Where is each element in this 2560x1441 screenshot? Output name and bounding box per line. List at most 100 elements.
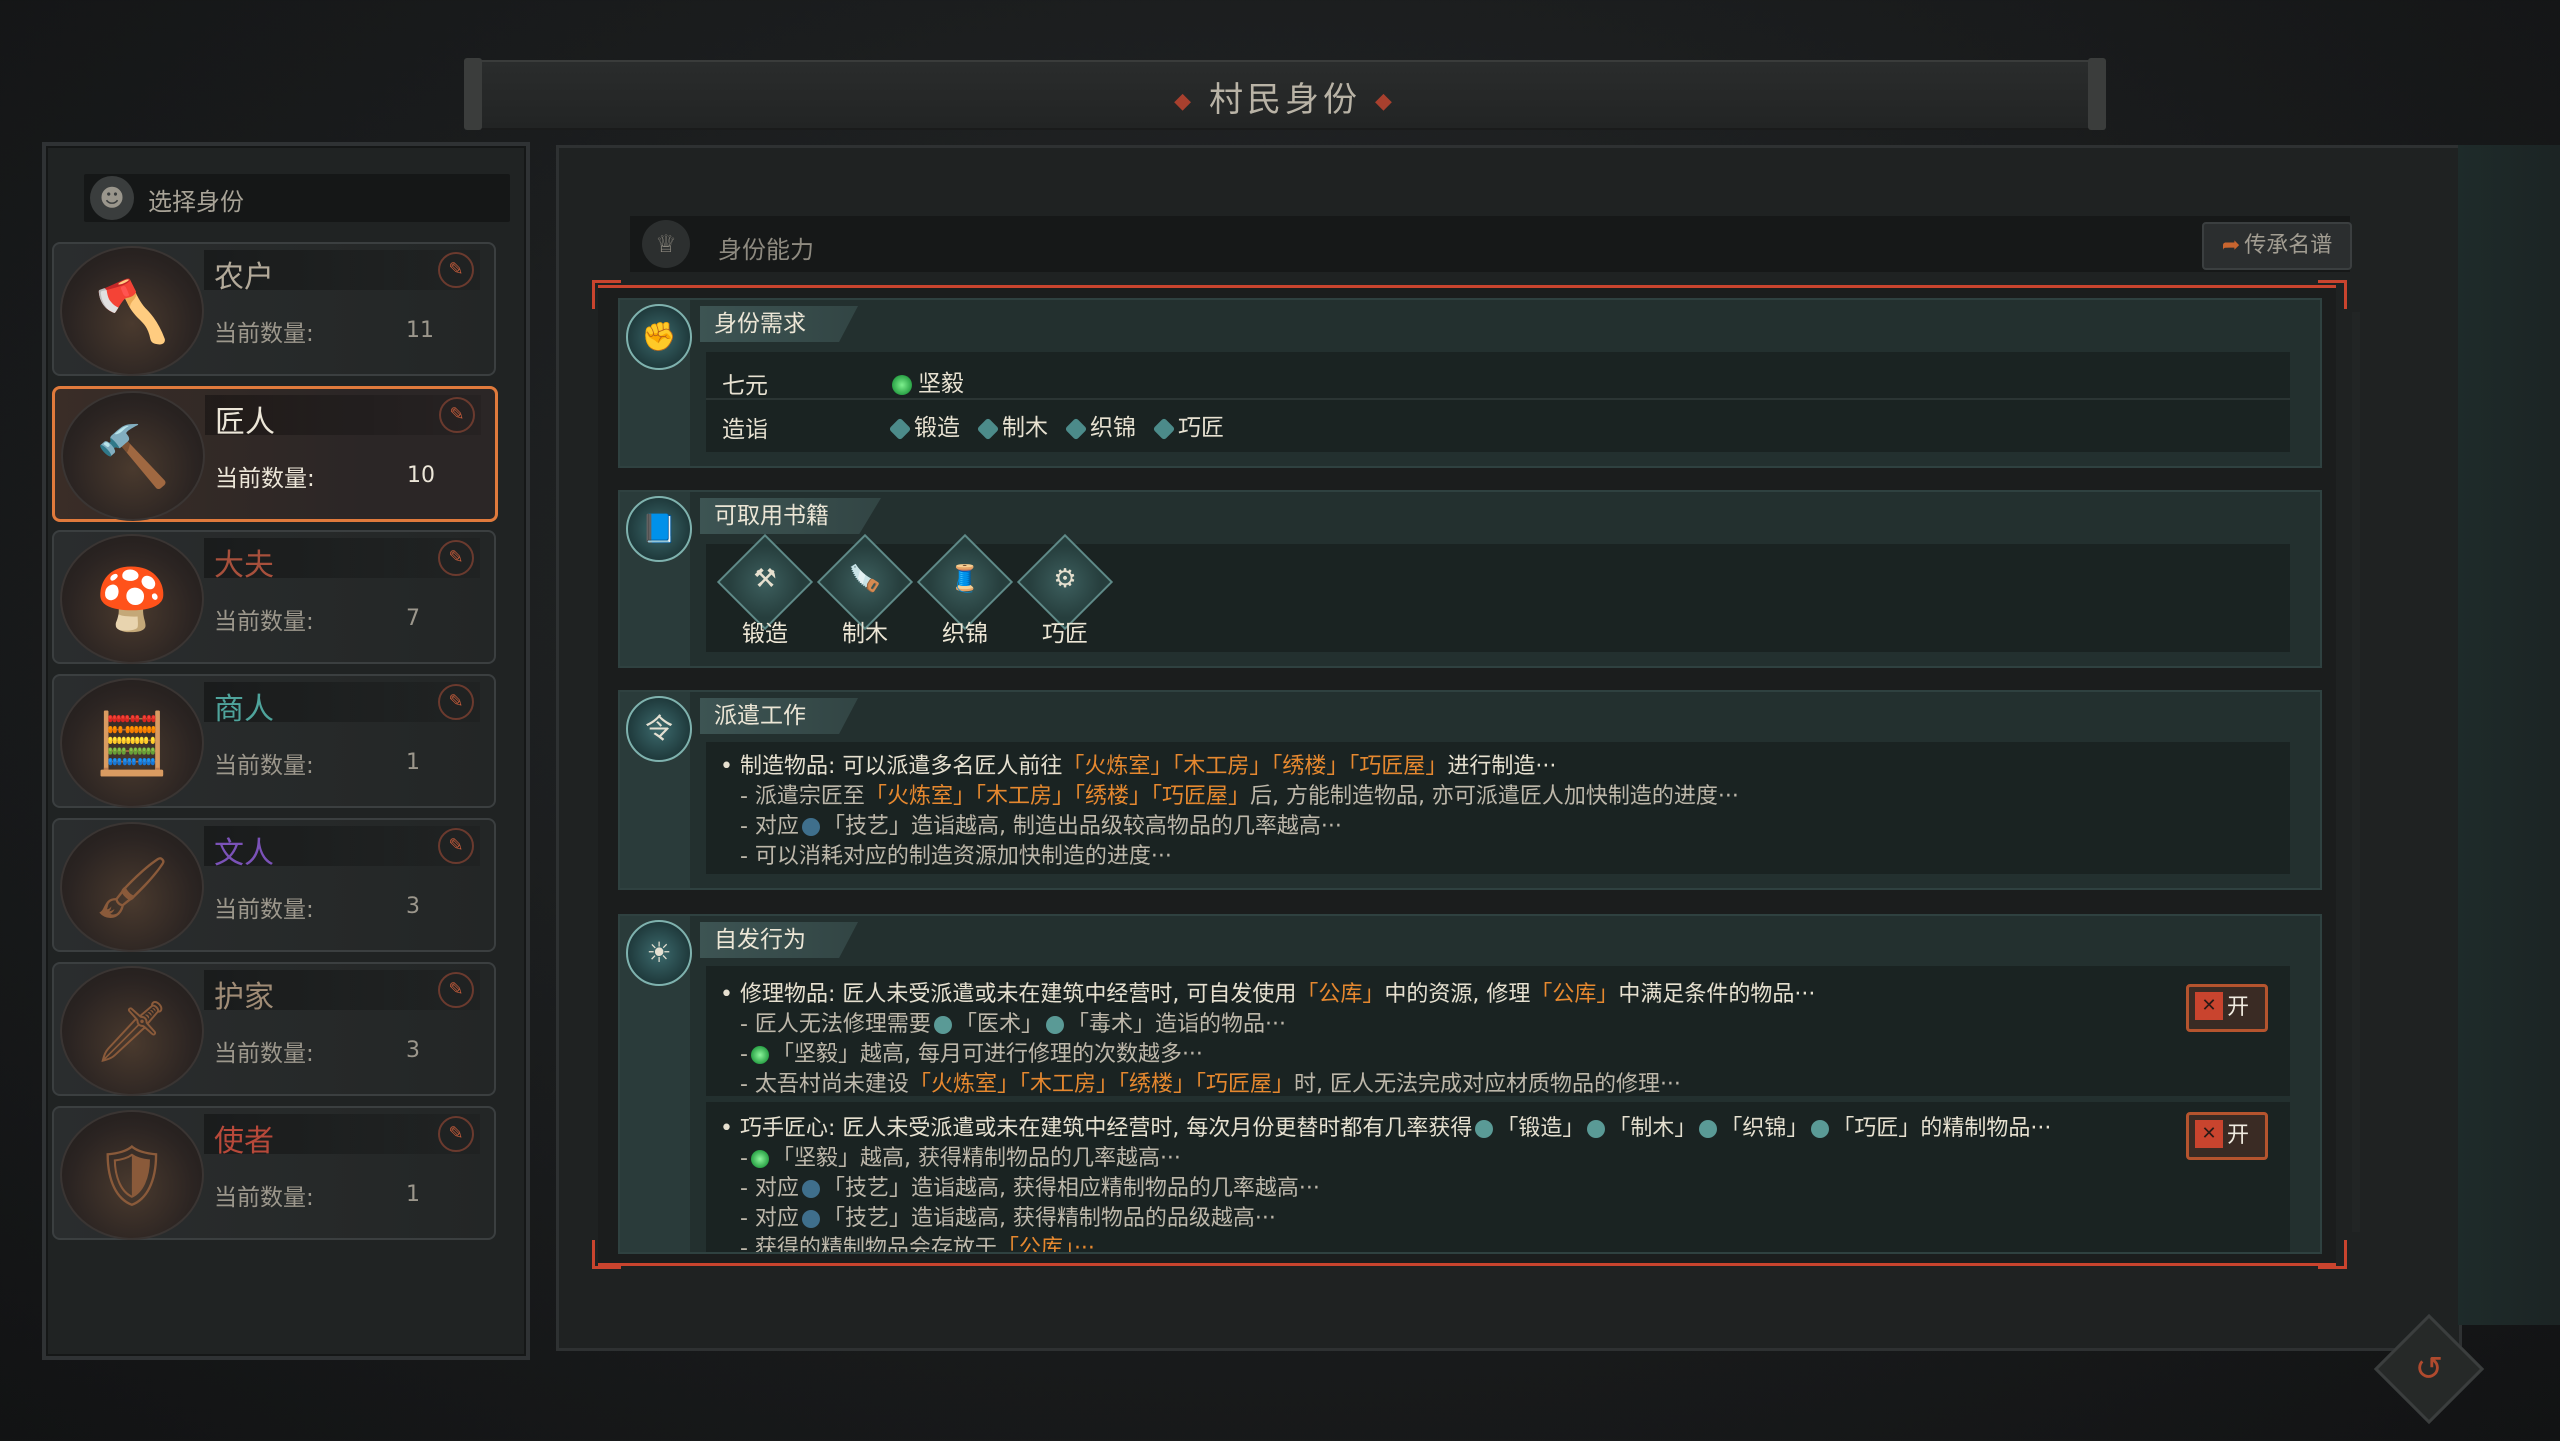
count-label: 当前数量:	[214, 753, 314, 779]
legacy-records-button[interactable]: ➦ 传承名谱	[2202, 222, 2352, 270]
text-part: 进行制造···	[1447, 754, 1557, 779]
toggle-label: 开	[2227, 1123, 2250, 1148]
requirement-values: 坚毅	[892, 364, 964, 398]
identity-name: 农户	[214, 260, 274, 295]
skill-icon	[801, 818, 820, 836]
resolve-gem-icon	[750, 1046, 769, 1064]
craft-sub-line: - 「坚毅」越高, 获得精制物品的几率越高···	[740, 1140, 1181, 1172]
woodwork-skill-icon	[1587, 1120, 1606, 1138]
text-part: - 对应	[740, 1206, 799, 1231]
identity-name-row: 护家 ✎	[204, 970, 480, 1015]
store-highlight: 「公库」	[1530, 982, 1619, 1007]
title-ornament-left: ◆	[1174, 89, 1195, 114]
identity-card[interactable]: 🗡 护家 ✎ 当前数量: 3	[52, 962, 496, 1096]
section-title: 可取用书籍	[700, 498, 881, 534]
text-part: 「技艺」造诣越高, 获得相应精制物品的几率越高···	[822, 1176, 1320, 1201]
ability-header: ♕ 身份能力	[630, 216, 2350, 272]
section-title: 派遣工作	[700, 698, 858, 734]
text-part: • 制造物品: 可以派遣多名匠人前往	[720, 754, 1063, 779]
text-part: 「医术」	[954, 1012, 1043, 1037]
skill-icon	[801, 1180, 820, 1198]
legacy-records-label: 传承名谱	[2244, 233, 2333, 258]
book-slot-label: 制木	[842, 621, 888, 647]
dispatch-sub-line: - 对应 「技艺」造诣越高, 制造出品级较高物品的几率越高···	[740, 808, 1342, 840]
title-ornament-right: ◆	[1375, 89, 1396, 114]
identity-name-row: 文人 ✎	[204, 826, 480, 871]
identity-name: 护家	[214, 980, 274, 1015]
book-icon: 📘	[626, 496, 692, 562]
section-title: 身份需求	[700, 306, 858, 342]
book-slot-weaving[interactable]: 🧵 织锦	[916, 533, 1014, 650]
text-part: - 可以消耗对应的制造资源加快制造的进度···	[740, 844, 1172, 869]
count-value: 11	[406, 318, 434, 343]
frame-corner-bl	[592, 1240, 621, 1269]
saw-icon: 🪚	[848, 564, 882, 594]
repair-sub-line: - 太吾村尚未建设「火炼室」「木工房」「绣楼」「巧匠屋」时, 匠人无法完成对应材…	[740, 1066, 1681, 1098]
brush-icon[interactable]: ✎	[438, 828, 474, 864]
text-part: 「制木」	[1608, 1116, 1697, 1141]
requirement-key: 造诣	[722, 417, 768, 443]
identity-portrait: 🔨	[61, 391, 205, 521]
repair-toggle[interactable]: ✕ 开	[2186, 984, 2268, 1032]
text-part: 「毒术」造诣的物品···	[1066, 1012, 1286, 1037]
identity-card[interactable]: 🪓 农户 ✎ 当前数量: 11	[52, 242, 496, 376]
requirement-value: 巧匠	[1152, 408, 1224, 442]
section-dispatch: 令 派遣工作 • 制造物品: 可以派遣多名匠人前往「火炼室」「木工房」「绣楼」「…	[618, 690, 2322, 890]
text-part: 中满足条件的物品···	[1618, 982, 1816, 1007]
identity-card[interactable]: 🍄 大夫 ✎ 当前数量: 7	[52, 530, 496, 664]
identity-card[interactable]: 🛡 使者 ✎ 当前数量: 1	[52, 1106, 496, 1240]
book-slot-craftsman[interactable]: ⚙ 巧匠	[1016, 533, 1114, 650]
requirement-value-text: 巧匠	[1178, 415, 1224, 441]
text-part: -	[740, 1146, 748, 1171]
sun-emblem-icon: ☀	[626, 920, 692, 986]
count-label: 当前数量:	[214, 897, 314, 923]
store-highlight: 「公库」···	[996, 1236, 1095, 1254]
identity-card[interactable]: 🖌 文人 ✎ 当前数量: 3	[52, 818, 496, 952]
identity-name-row: 农户 ✎	[204, 250, 480, 295]
identity-name: 商人	[214, 692, 274, 727]
text-part: - 对应	[740, 1176, 799, 1201]
book-slot-forge[interactable]: ⚒ 锻造	[716, 533, 814, 650]
requirement-value-text: 坚毅	[918, 371, 964, 397]
text-part: - 派遣宗匠至	[740, 784, 865, 809]
brush-icon[interactable]: ✎	[438, 1116, 474, 1152]
person-icon: ☻	[90, 176, 134, 220]
count-value: 10	[407, 463, 435, 488]
brush-icon[interactable]: ✎	[438, 684, 474, 720]
identity-card[interactable]: 🧮 商人 ✎ 当前数量: 1	[52, 674, 496, 808]
requirement-value-text: 制木	[1002, 415, 1048, 441]
craft-sub-line: - 对应 「技艺」造诣越高, 获得相应精制物品的几率越高···	[740, 1170, 1320, 1202]
identity-portrait: 🍄	[60, 534, 204, 664]
brush-icon[interactable]: ✎	[438, 252, 474, 288]
text-part: 「坚毅」越高, 每月可进行修理的次数越多···	[771, 1042, 1203, 1067]
ability-emblem-icon: ♕	[642, 220, 690, 268]
text-part: - 太吾村尚未建设	[740, 1072, 909, 1097]
count-label: 当前数量:	[214, 1041, 314, 1067]
medicine-icon	[933, 1016, 952, 1034]
content-scrollbar[interactable]	[2352, 312, 2360, 1232]
book-slot-label: 巧匠	[1042, 621, 1088, 647]
book-slot-woodwork[interactable]: 🪚 制木	[816, 533, 914, 650]
gear-icon: ⚙	[1053, 564, 1077, 594]
count-value: 7	[406, 606, 420, 631]
requirement-row: 造诣 锻造 制木 织锦 巧匠	[706, 402, 2290, 443]
brush-icon[interactable]: ✎	[439, 397, 475, 433]
brush-icon[interactable]: ✎	[438, 540, 474, 576]
repair-main-line: • 修理物品: 匠人未受派遣或未在建筑中经营时, 可自发使用「公库」中的资源, …	[720, 976, 1815, 1008]
text-part: 「技艺」造诣越高, 制造出品级较高物品的几率越高···	[822, 814, 1342, 839]
frame-corner-tl	[592, 280, 621, 309]
building-highlight: 「火炼室」「木工房」「绣楼」「巧匠屋」	[864, 784, 1250, 809]
identity-name-row: 商人 ✎	[204, 682, 480, 727]
section-spontaneous: ☀ 自发行为 • 修理物品: 匠人未受派遣或未在建筑中经营时, 可自发使用「公库…	[618, 914, 2322, 1254]
craft-toggle[interactable]: ✕ 开	[2186, 1112, 2268, 1160]
return-arrow-icon: ↺	[2414, 1349, 2444, 1389]
resolve-gem-icon	[750, 1150, 769, 1168]
section-books: 📘 可取用书籍 ⚒ 锻造 🪚 制木 🧵 织锦 ⚙ 巧匠	[618, 490, 2322, 668]
text-part: - 获得的精制物品会存放于	[740, 1236, 997, 1254]
identity-list-header: ☻ 选择身份	[84, 174, 510, 222]
identity-card[interactable]: 🔨 匠人 ✎ 当前数量: 10	[52, 386, 498, 522]
book-slot-label: 锻造	[742, 621, 788, 647]
requirement-value-text: 织锦	[1090, 415, 1136, 441]
identity-list-title: 选择身份	[148, 188, 244, 216]
brush-icon[interactable]: ✎	[438, 972, 474, 1008]
